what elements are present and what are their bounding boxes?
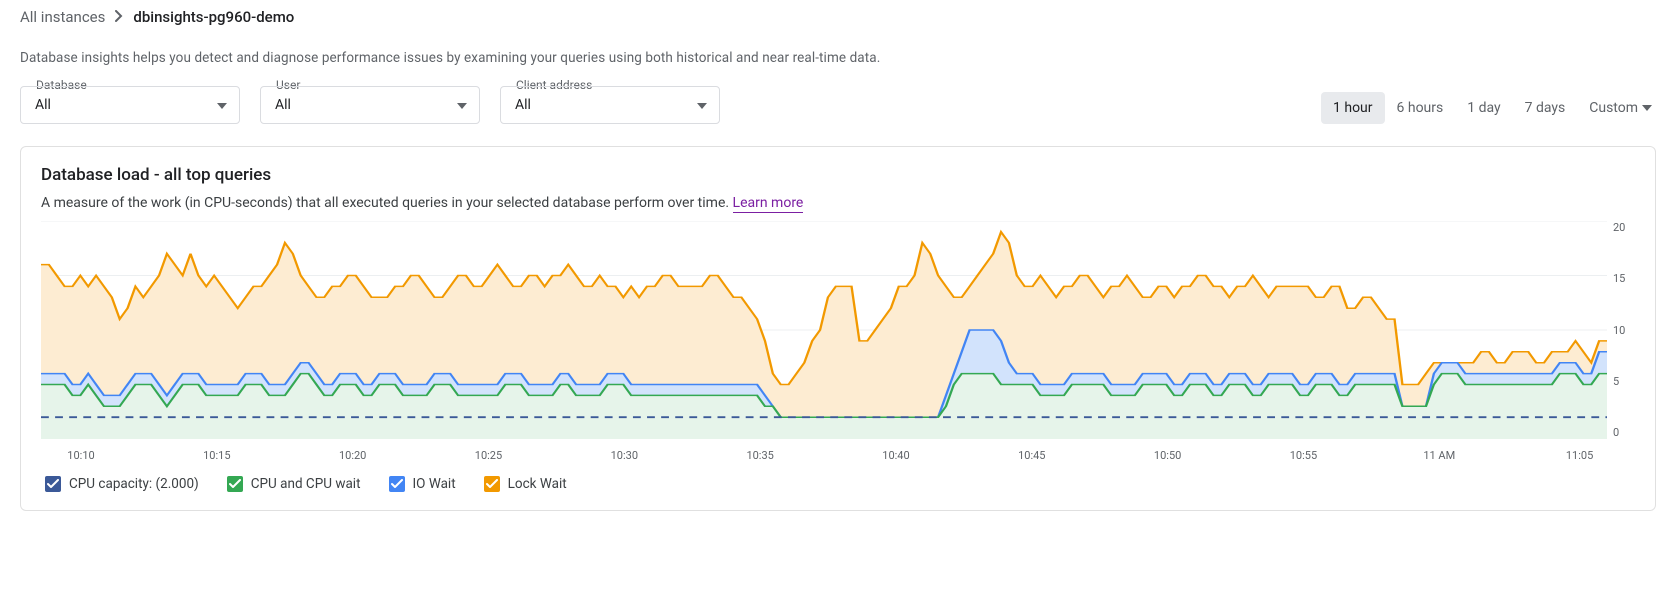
dropdown-icon (217, 97, 227, 113)
x-tick: 10:15 (203, 449, 230, 462)
x-tick: 10:45 (1018, 449, 1045, 462)
legend-label: IO Wait (413, 476, 456, 492)
time-range-custom[interactable]: Custom (1577, 92, 1656, 124)
x-tick: 10:25 (475, 449, 502, 462)
y-tick: 10 (1613, 324, 1625, 337)
legend-checkbox-icon (45, 476, 61, 492)
database-load-card: Database load - all top queries A measur… (20, 146, 1656, 511)
y-tick: 20 (1613, 221, 1625, 234)
x-tick: 10:40 (882, 449, 909, 462)
legend-label: CPU capacity: (2.000) (69, 476, 199, 492)
x-tick: 10:30 (611, 449, 638, 462)
page-description: Database insights helps you detect and d… (20, 50, 1656, 66)
x-tick: 10:35 (746, 449, 773, 462)
legend-item[interactable]: CPU capacity: (2.000) (45, 476, 199, 492)
legend-checkbox-icon (484, 476, 500, 492)
time-range-selector: 1 hour6 hours1 day7 daysCustom (1321, 92, 1656, 124)
breadcrumb-root-link[interactable]: All instances (20, 8, 105, 26)
x-tick: 11:05 (1566, 449, 1593, 462)
filter-row: Database All User All Client address All (20, 86, 1656, 124)
time-range-option[interactable]: 6 hours (1385, 92, 1456, 124)
learn-more-link[interactable]: Learn more (733, 195, 804, 213)
chart: 20 15 10 5 0 (41, 221, 1635, 443)
breadcrumb-current: dbinsights-pg960-demo (133, 8, 294, 26)
dropdown-icon (697, 97, 707, 113)
dropdown-icon (457, 97, 467, 113)
client-address-filter-value: All (515, 97, 531, 113)
legend-checkbox-icon (227, 476, 243, 492)
chart-legend: CPU capacity: (2.000) CPU and CPU wait IO … (41, 476, 1635, 492)
time-range-option[interactable]: 1 day (1455, 92, 1512, 124)
x-tick: 10:10 (67, 449, 94, 462)
x-tick: 10:50 (1154, 449, 1181, 462)
x-tick: 10:20 (339, 449, 366, 462)
legend-item[interactable]: Lock Wait (484, 476, 567, 492)
user-filter-value: All (275, 97, 291, 113)
y-tick: 0 (1613, 426, 1619, 439)
legend-item[interactable]: IO Wait (389, 476, 456, 492)
legend-checkbox-icon (389, 476, 405, 492)
y-tick: 15 (1613, 272, 1625, 285)
chart-y-axis: 20 15 10 5 0 (1607, 221, 1635, 439)
chevron-right-icon (115, 8, 123, 26)
card-title: Database load - all top queries (41, 165, 1635, 185)
y-tick: 5 (1613, 375, 1619, 388)
x-tick: 10:55 (1290, 449, 1317, 462)
time-range-option[interactable]: 1 hour (1321, 92, 1385, 124)
client-address-filter[interactable]: Client address All (500, 86, 720, 124)
database-filter-value: All (35, 97, 51, 113)
legend-label: Lock Wait (508, 476, 567, 492)
card-subtitle: A measure of the work (in CPU-seconds) t… (41, 195, 1635, 211)
legend-item[interactable]: CPU and CPU wait (227, 476, 361, 492)
legend-label: CPU and CPU wait (251, 476, 361, 492)
user-filter[interactable]: User All (260, 86, 480, 124)
x-tick: 11 AM (1423, 449, 1455, 462)
database-filter[interactable]: Database All (20, 86, 240, 124)
time-range-option[interactable]: 7 days (1513, 92, 1578, 124)
breadcrumb: All instances dbinsights-pg960-demo (0, 0, 1676, 40)
chart-x-axis: 10:10 10:15 10:20 10:25 10:30 10:35 10:40 10:45… (41, 449, 1635, 462)
